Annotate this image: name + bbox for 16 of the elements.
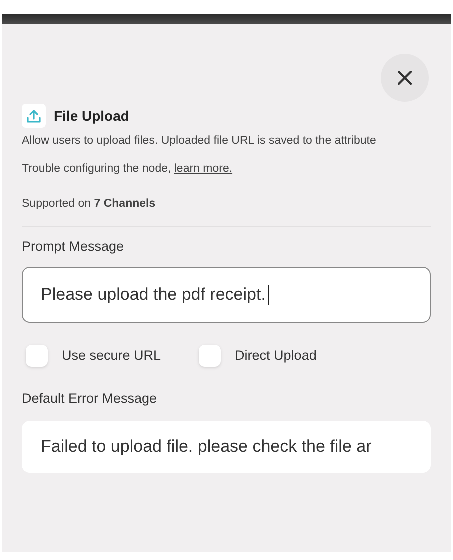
checkbox-label: Use secure URL — [62, 346, 162, 365]
description: Allow users to upload files. Uploaded file URL is saved to the attribute — [22, 134, 378, 149]
field-label: Prompt Message — [22, 238, 126, 256]
close-icon — [398, 71, 412, 85]
input-field[interactable]: Please upload the pdf receipt. — [22, 266, 431, 323]
input-field[interactable]: Failed to upload file. please check the file ar — [22, 421, 431, 473]
field-label: Default Error Message — [22, 390, 158, 408]
upload-icon — [22, 104, 46, 128]
checkbox[interactable] — [26, 344, 48, 367]
close-button[interactable] — [381, 54, 429, 102]
checkbox-label: Direct Upload — [235, 346, 317, 365]
checkbox[interactable] — [199, 344, 222, 367]
panel-title: File Upload — [54, 106, 130, 126]
support-text: Supported on 7 Channels — [22, 197, 157, 212]
learn-more-link[interactable]: learn more. — [174, 163, 233, 175]
help-text: Trouble configuring the node, learn more. — [22, 162, 234, 177]
